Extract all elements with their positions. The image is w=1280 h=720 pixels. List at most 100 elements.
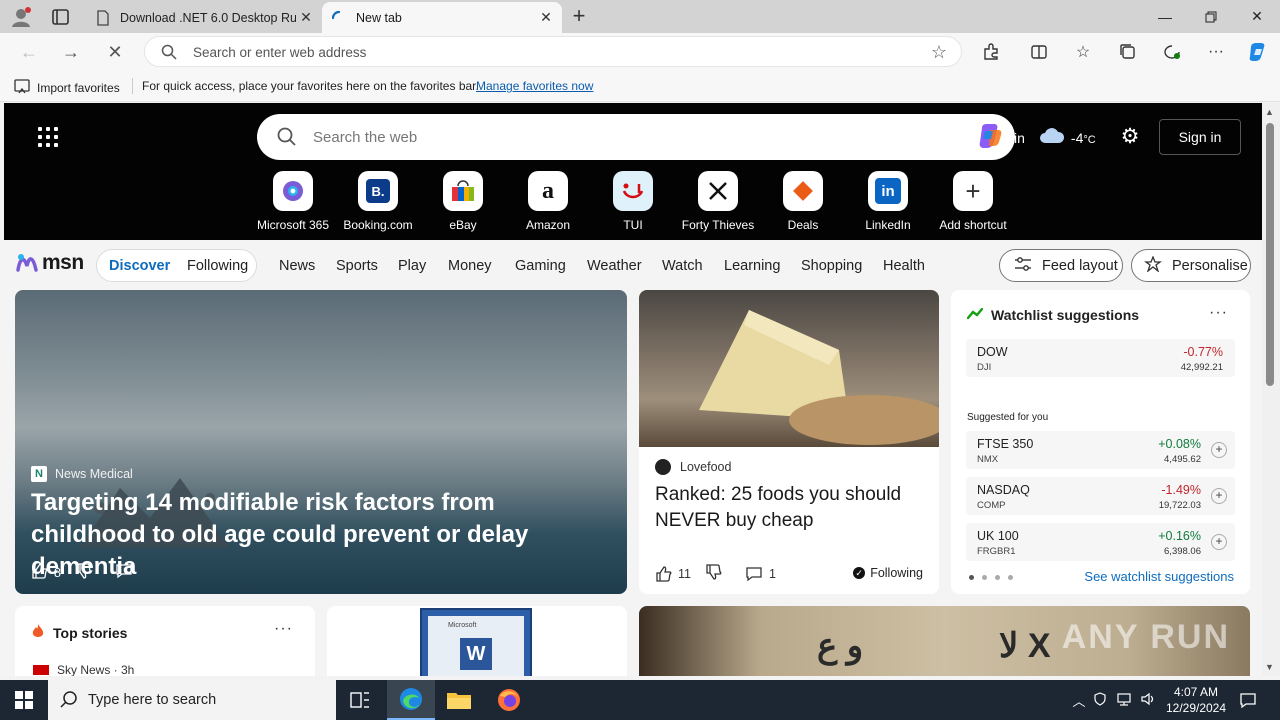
add-to-watchlist-icon[interactable]: +: [1211, 442, 1227, 458]
notifications-button[interactable]: [1236, 680, 1260, 720]
web-search-box[interactable]: Search the web: [257, 114, 1015, 160]
task-view-button[interactable]: [336, 680, 384, 720]
import-favorites-button[interactable]: Import favorites: [14, 78, 120, 97]
split-screen-icon[interactable]: [1024, 37, 1054, 67]
taskbar-edge[interactable]: [387, 680, 435, 720]
forward-button[interactable]: →: [56, 37, 86, 67]
following-button[interactable]: ✓ Following: [853, 566, 923, 580]
shortcut-booking[interactable]: B. Booking.com: [335, 171, 421, 232]
tab-new-tab[interactable]: New tab ✕: [322, 2, 562, 33]
sign-in-button[interactable]: Sign in: [1159, 119, 1241, 155]
msn-logo[interactable]: msn: [16, 251, 84, 275]
news-medical-icon: N: [31, 466, 47, 482]
shortcut-deals[interactable]: Deals: [760, 171, 846, 232]
dislike-button[interactable]: [705, 563, 723, 584]
copilot-search-icon[interactable]: [976, 122, 1006, 150]
hero-article-card[interactable]: N News Medical Targeting 14 modifiable r…: [15, 290, 627, 594]
taskbar-firefox[interactable]: [485, 680, 533, 720]
ebay-bag-icon: [443, 171, 483, 211]
shortcut-amazon[interactable]: a Amazon: [505, 171, 591, 232]
article-headline[interactable]: Ranked: 25 foods you should NEVER buy ch…: [655, 482, 930, 534]
shortcut-microsoft-365[interactable]: Microsoft 365: [250, 171, 336, 232]
like-button[interactable]: 8: [31, 562, 61, 583]
new-tab-button[interactable]: +: [566, 5, 592, 29]
scrollbar-thumb[interactable]: [1266, 123, 1274, 386]
like-button[interactable]: 11: [655, 565, 691, 583]
dislike-button[interactable]: [75, 562, 93, 583]
volume-icon[interactable]: [1136, 692, 1160, 709]
more-options-icon[interactable]: ···: [1209, 304, 1228, 322]
nav-play[interactable]: Play: [398, 258, 426, 274]
word-article-card[interactable]: Microsoft W: [327, 606, 627, 676]
apps-grid-icon[interactable]: [38, 127, 58, 147]
page-scrollbar[interactable]: ▲ ▼: [1262, 103, 1280, 676]
browser-essentials-icon[interactable]: [1157, 37, 1187, 67]
address-bar[interactable]: Search or enter web address ☆: [144, 36, 962, 67]
more-options-icon[interactable]: ···: [274, 620, 293, 638]
shortcut-tui[interactable]: TUI: [590, 171, 676, 232]
network-icon[interactable]: [1112, 692, 1136, 709]
nav-watch[interactable]: Watch: [662, 258, 703, 274]
comment-icon: [116, 564, 132, 579]
settings-gear-icon[interactable]: ⚙: [1118, 125, 1142, 149]
taskbar-search-box[interactable]: Type here to search: [48, 680, 336, 720]
loading-icon: [331, 10, 347, 26]
back-button[interactable]: ←: [14, 37, 44, 67]
weather-widget[interactable]: in -4°C: [1014, 128, 1096, 147]
close-tab-icon[interactable]: ✕: [296, 8, 316, 28]
extensions-icon[interactable]: [976, 37, 1006, 67]
stock-symbol: COMP: [977, 500, 1006, 511]
browser-toolbar: ← → ✕ Search or enter web address ☆ ☆ ··…: [0, 33, 1280, 70]
food-article-card[interactable]: Lovefood Ranked: 25 foods you should NEV…: [639, 290, 939, 594]
collections-icon[interactable]: [1113, 37, 1143, 67]
stock-row-ftse[interactable]: FTSE 350 NMX +0.08% 4,495.62 +: [966, 431, 1235, 469]
favorite-star-icon[interactable]: ☆: [931, 42, 947, 63]
watchlist-card: Watchlist suggestions ··· DOW DJI -0.77%…: [951, 290, 1250, 594]
stock-row-nasdaq[interactable]: NASDAQ COMP -1.49% 19,722.03 +: [966, 477, 1235, 515]
restore-button[interactable]: [1188, 0, 1234, 33]
tab-discover[interactable]: Discover: [109, 258, 170, 274]
nav-learning[interactable]: Learning: [724, 258, 780, 274]
taskbar-clock[interactable]: 4:07 AM 12/29/2024: [1160, 684, 1232, 716]
minimize-button[interactable]: —: [1142, 0, 1188, 33]
sign-article-card[interactable]: ﻭ ﻉ ﻻ X ANY RUN: [639, 606, 1250, 676]
shortcut-forty-thieves[interactable]: Forty Thieves: [675, 171, 761, 232]
add-to-watchlist-icon[interactable]: +: [1211, 534, 1227, 550]
close-window-button[interactable]: ✕: [1234, 0, 1280, 33]
taskbar-file-explorer[interactable]: [435, 680, 483, 720]
see-watchlist-link[interactable]: See watchlist suggestions: [1084, 569, 1234, 584]
stock-row-dow[interactable]: DOW DJI -0.77% 42,992.21: [966, 339, 1235, 377]
nav-health[interactable]: Health: [883, 258, 925, 274]
shortcut-add[interactable]: + Add shortcut: [930, 171, 1016, 232]
shortcut-ebay[interactable]: eBay: [420, 171, 506, 232]
nav-news[interactable]: News: [279, 258, 315, 274]
nav-shopping[interactable]: Shopping: [801, 258, 862, 274]
tab-following[interactable]: Following: [187, 258, 248, 274]
nav-weather[interactable]: Weather: [587, 258, 642, 274]
copilot-icon[interactable]: [1243, 37, 1273, 67]
scroll-up-arrow-icon[interactable]: ▲: [1265, 107, 1274, 117]
nav-sports[interactable]: Sports: [336, 258, 378, 274]
stop-loading-button[interactable]: ✕: [100, 37, 130, 67]
personalise-button[interactable]: Personalise: [1131, 249, 1251, 282]
nav-money[interactable]: Money: [448, 258, 492, 274]
scroll-down-arrow-icon[interactable]: ▼: [1265, 662, 1274, 672]
more-menu-icon[interactable]: ···: [1201, 37, 1231, 67]
tab-actions-icon[interactable]: [50, 6, 72, 28]
comment-button[interactable]: 1: [745, 566, 776, 582]
close-tab-icon[interactable]: ✕: [536, 8, 556, 28]
show-hidden-icons-chevron-icon[interactable]: ︿: [1070, 691, 1088, 710]
favorites-icon[interactable]: ☆: [1068, 37, 1098, 67]
security-shield-icon[interactable]: [1088, 691, 1112, 709]
stock-row-uk100[interactable]: UK 100 FRGBR1 +0.16% 6,398.06 +: [966, 523, 1235, 561]
add-to-watchlist-icon[interactable]: +: [1211, 488, 1227, 504]
tab-download-net[interactable]: Download .NET 6.0 Desktop Runtime ✕: [86, 2, 322, 33]
profile-icon[interactable]: [10, 6, 32, 28]
start-button[interactable]: [0, 680, 48, 720]
shortcut-linkedin[interactable]: in LinkedIn: [845, 171, 931, 232]
manage-favorites-link[interactable]: Manage favorites now: [476, 79, 593, 93]
feed-layout-button[interactable]: Feed layout: [999, 249, 1123, 282]
comment-button[interactable]: [115, 563, 133, 582]
nav-gaming[interactable]: Gaming: [515, 258, 566, 274]
carousel-dots[interactable]: [969, 575, 1013, 580]
